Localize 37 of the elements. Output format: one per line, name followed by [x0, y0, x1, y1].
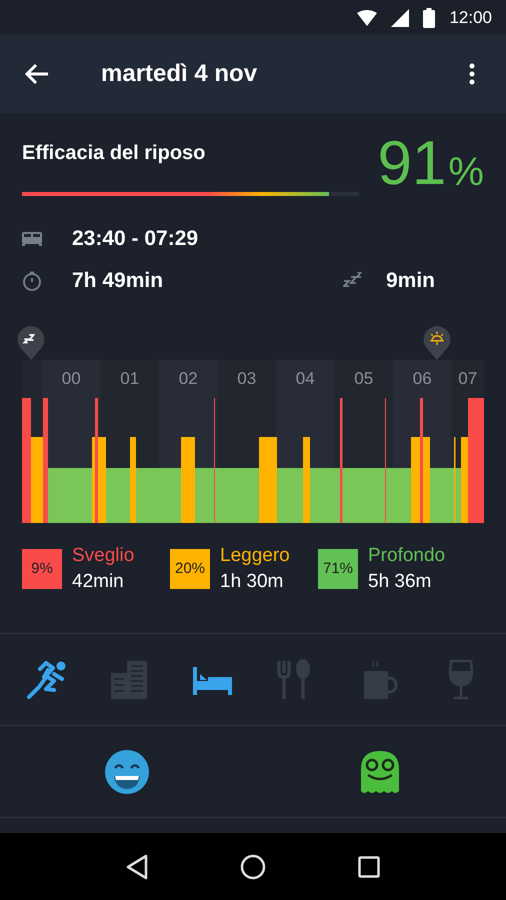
hour-label: 06	[412, 368, 432, 390]
stage-duration: 1h 30m	[220, 570, 284, 594]
snooze-icon	[342, 272, 362, 290]
hour-label: 02	[178, 368, 198, 390]
battery-icon	[423, 8, 436, 28]
back-icon	[24, 63, 50, 85]
stage-percent-badge: 71%	[318, 549, 358, 589]
stopwatch-icon	[22, 271, 42, 291]
sleep-range: 23:40 - 07:29	[72, 226, 198, 252]
hour-label: 03	[237, 368, 256, 390]
stage-percent-badge: 9%	[22, 549, 62, 589]
hour-label: 01	[120, 368, 140, 390]
efficiency-label: Efficacia del riposo	[22, 141, 206, 166]
stage-label: Leggero	[220, 544, 290, 568]
stage-duration: 5h 36m	[368, 570, 432, 594]
smiling-face-icon[interactable]	[104, 748, 150, 794]
signal-icon	[391, 8, 410, 26]
stage-percent-badge: 20%	[170, 549, 210, 589]
hour-label: 05	[354, 368, 374, 390]
bed-icon	[22, 232, 42, 246]
hour-label: 07	[458, 368, 478, 390]
back-nav-icon[interactable]	[126, 854, 148, 880]
hour-label: 04	[296, 368, 315, 390]
efficiency-value: 91	[377, 132, 446, 196]
wifi-icon	[357, 10, 378, 26]
recents-nav-icon[interactable]	[358, 856, 380, 878]
stage-label: Sveglio	[72, 544, 134, 568]
snooze-duration: 9min	[386, 268, 435, 294]
hour-label: 00	[62, 368, 81, 390]
percent-sign: %	[448, 149, 484, 196]
sleep-duration: 7h 49min	[72, 268, 164, 294]
stage-label: Profondo	[368, 544, 446, 568]
clock-time: 12:00	[449, 6, 492, 29]
stage-duration: 42min	[72, 570, 125, 594]
more-icon	[469, 63, 475, 85]
screen-title: martedì 4 nov	[101, 59, 258, 89]
home-nav-icon[interactable]	[240, 854, 266, 880]
